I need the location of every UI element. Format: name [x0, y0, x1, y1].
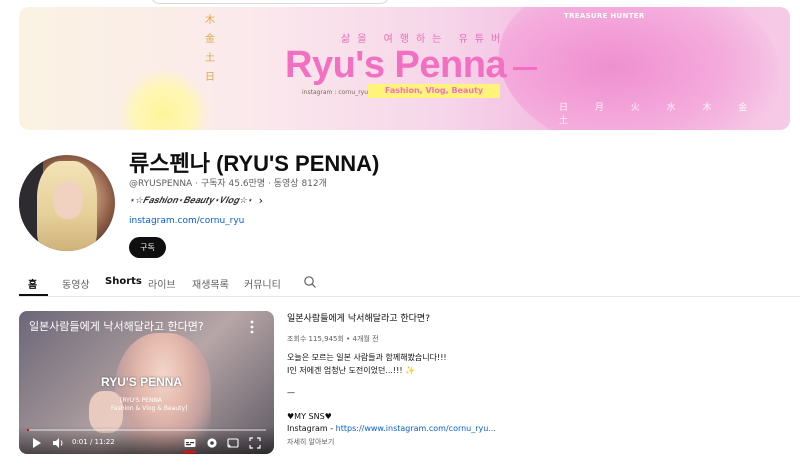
tab-videos[interactable]: 동영상 — [62, 276, 90, 291]
overlay-channel-name: RYU'S PENNA — [101, 375, 183, 389]
player-time: 0:01 / 11:22 — [72, 438, 115, 446]
description-instagram: Instagram - https://www.instagram.com/co… — [287, 424, 496, 433]
banner-corner-label: TREASURE HUNTER — [564, 12, 645, 20]
banner-char: 土 — [205, 53, 215, 64]
subtitles-icon[interactable] — [184, 437, 196, 449]
subtitles-active-indicator — [184, 451, 196, 453]
banner-char: 金 — [205, 34, 215, 45]
channel-description[interactable]: ⋆☆𝑭𝒂𝒔𝒉𝒊𝒐𝒏⋆𝑩𝒆𝒂𝒖𝒕𝒚⋆𝑽𝒍𝒐𝒈☆⋆ › — [129, 194, 263, 207]
progress-bar[interactable] — [27, 429, 266, 431]
tab-shorts[interactable]: Shorts — [105, 276, 142, 287]
chevron-right-icon[interactable]: › — [259, 194, 263, 207]
read-more-link[interactable]: 자세히 알아보기 — [287, 437, 334, 447]
avatar-face — [53, 181, 83, 219]
player-title[interactable]: 일본사람들에게 낙서해달라고 한다면? — [29, 318, 204, 334]
subscribe-button[interactable]: 구독 — [129, 237, 166, 258]
cast-icon[interactable] — [227, 437, 239, 449]
channel-name: 류스펜나 (RYU'S PENNA) — [129, 151, 380, 176]
subscriber-count: 구독자 45.6만명 — [200, 179, 266, 189]
banner-instagram: instagram : cornu_ryu — [302, 89, 369, 96]
featured-video-meta: 조회수 115,945회 • 4개월 전 — [287, 335, 379, 343]
banner-tagline: Fashion, Vlog, Beauty — [368, 84, 500, 98]
banner-weekdays: 日 月 火 水 木 金 土 — [559, 103, 760, 126]
banner-sun — [119, 69, 209, 130]
featured-video-description: I인 저에겐 엄청난 도전이었던...!!! ✨ — [287, 366, 416, 375]
banner-char: 日 — [205, 72, 215, 83]
progress-fill — [27, 429, 30, 431]
description-sns-heading: ♥MY SNS♥ — [287, 412, 332, 421]
tab-active-underline — [19, 294, 48, 296]
featured-video-title[interactable]: 일본사람들에게 낙서해달라고 한다면? — [287, 311, 430, 324]
channel-banner: 木 金 土 日 삶을 여행하는 유튜버 Ryu's Penna instagra… — [19, 7, 790, 130]
channel-link[interactable]: instagram.com/cornu_ryu — [129, 216, 244, 226]
volume-icon[interactable] — [52, 437, 64, 449]
play-icon[interactable] — [32, 437, 42, 449]
settings-gear-icon[interactable] — [206, 437, 218, 449]
description-divider: — — [287, 388, 295, 397]
instagram-label: Instagram - — [287, 424, 336, 433]
tab-home[interactable]: 홈 — [28, 276, 37, 291]
tab-community[interactable]: 커뮤니티 — [244, 276, 281, 291]
fullscreen-icon[interactable] — [249, 437, 261, 449]
search-bar-edge — [150, 0, 390, 4]
banner-korean-title: 삶을 여행하는 유튜버 — [341, 34, 508, 45]
channel-handle: @RYUSPENNA — [129, 179, 193, 189]
search-icon[interactable] — [303, 275, 317, 289]
banner-char: 木 — [205, 15, 215, 26]
tab-live[interactable]: 라이브 — [148, 276, 176, 291]
featured-video-player[interactable]: 일본사람들에게 낙서해달라고 한다면? RYU'S PENNA [RYU'S P… — [19, 311, 274, 454]
instagram-link[interactable]: https://www.instagram.com/cornu_ryu... — [336, 424, 496, 433]
channel-meta: @RYUSPENNA · 구독자 45.6만명 · 동영상 812개 — [129, 176, 327, 189]
overlay-subtitle: [RYU'S PENNA — [120, 397, 163, 404]
channel-tabs: 홈 동영상 Shorts 라이브 재생목록 커뮤니티 — [19, 268, 800, 297]
video-count: 동영상 812개 — [273, 179, 327, 189]
banner-vertical-text: 木 金 土 日 — [203, 11, 217, 87]
tab-playlists[interactable]: 재생목록 — [192, 276, 229, 291]
channel-description-text: ⋆☆𝑭𝒂𝒔𝒉𝒊𝒐𝒏⋆𝑩𝒆𝒂𝒖𝒕𝒚⋆𝑽𝒍𝒐𝒈☆⋆ — [129, 195, 253, 206]
banner-logo: Ryu's Penna — [285, 44, 507, 86]
featured-video-description: 오늘은 모르는 일본 사람들과 함께해봤습니다!!! — [287, 353, 447, 362]
overlay-subtitle: Fashion & Vlog & Beauty] — [111, 405, 188, 412]
channel-avatar[interactable] — [19, 155, 115, 251]
banner-logo-dash — [513, 67, 537, 70]
more-vert-icon[interactable] — [245, 319, 259, 335]
